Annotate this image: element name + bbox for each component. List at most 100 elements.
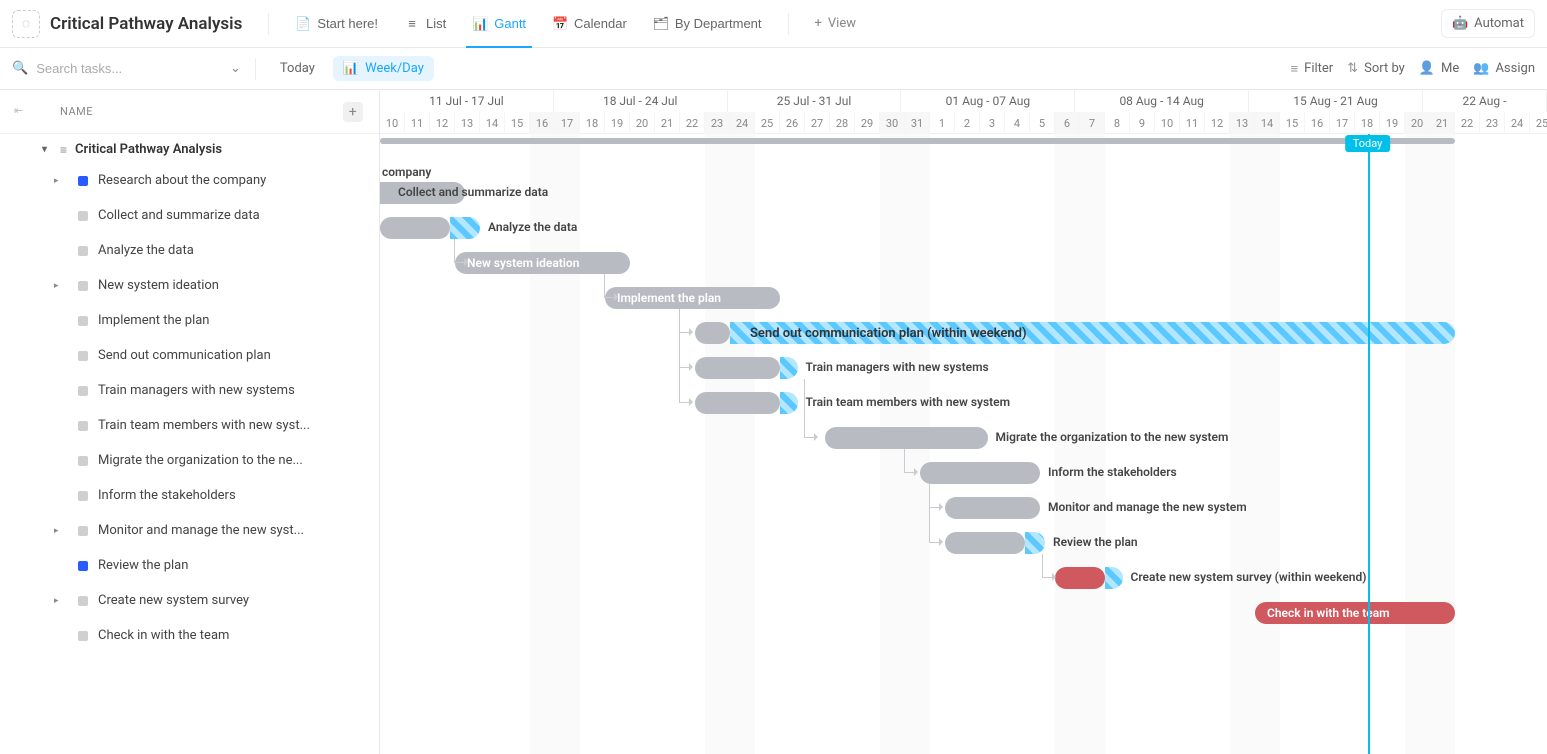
task-row[interactable]: ▸Monitor and manage the new syst... [0,513,379,548]
right-tools: ≡Filter ⇅Sort by 👤Me 👥Assign [1291,61,1535,77]
gantt-bar-overdue[interactable] [1025,532,1045,554]
task-row[interactable]: ▸Check in with the team [0,618,379,653]
task-row[interactable]: ▸Collect and summarize data [0,198,379,233]
weekend-shade [1255,134,1280,754]
day-header-cell: 15 [505,112,530,134]
task-row[interactable]: ▸Migrate the organization to the ne... [0,443,379,478]
gantt-bar[interactable] [695,357,780,379]
status-dot [78,421,88,431]
me-button[interactable]: 👤Me [1419,61,1459,76]
gantt-bar[interactable] [695,322,730,344]
project-summary-bar[interactable] [380,138,1455,144]
gantt-bar-overdue[interactable] [780,392,798,414]
weekend-shade [730,134,755,754]
gantt-bar[interactable]: Implement the plan [605,287,780,309]
collapse-sidebar-button[interactable]: ⇤ [14,104,24,117]
task-row[interactable]: ▸Research about the company [0,163,379,198]
day-header-cell: 13 [455,112,480,134]
note-icon: 📄 [295,16,311,32]
gantt-bar[interactable]: New system ideation [455,252,630,274]
task-row[interactable]: ▸Train managers with new systems [0,373,379,408]
zoom-level-chip[interactable]: 📊 Week/Day [333,56,434,81]
day-header-cell: 25 [755,112,780,134]
main-area: ⇤ NAME + ▾ ≡ Critical Pathway Analysis ▸… [0,90,1547,754]
gantt-bar[interactable] [945,497,1040,519]
view-tab-gantt[interactable]: 📊Gantt [460,8,538,40]
today-line [1368,134,1370,754]
day-header-cell: 16 [1305,112,1330,134]
divider [255,58,256,80]
search-dropdown-button[interactable]: ⌄ [230,61,241,76]
task-row[interactable]: ▸Review the plan [0,548,379,583]
task-label: Train managers with new systems [98,383,295,398]
task-row[interactable]: ▸Train team members with new syst... [0,408,379,443]
day-header-cell: 19 [605,112,630,134]
day-header-cell: 1 [930,112,955,134]
task-row[interactable]: ▸Inform the stakeholders [0,478,379,513]
status-dot [78,176,88,186]
gantt-zoom-icon: 📊 [343,61,359,76]
gantt-bar[interactable] [1055,567,1105,589]
dept-icon: 🗂 [653,16,669,32]
task-row[interactable]: ▸Create new system survey [0,583,379,618]
gantt-bar-label: Implement the plan [617,291,721,305]
view-tab-label: List [426,16,446,31]
add-view-button[interactable]: + View [803,8,869,39]
sort-icon: ⇅ [1347,61,1358,76]
status-dot [78,211,88,221]
task-label: Collect and summarize data [98,208,260,223]
gantt-bar[interactable] [945,532,1025,554]
status-dot [78,526,88,536]
day-header-cell: 19 [1380,112,1405,134]
day-header-cell: 14 [1255,112,1280,134]
view-tab-list[interactable]: ≡List [392,8,458,40]
task-label: Research about the company [98,173,266,188]
gantt-body[interactable]: company Collect and summarize dataAnalyz… [380,134,1547,754]
search-input[interactable] [36,61,186,76]
filter-label: Filter [1304,61,1333,76]
task-label: Create new system survey [98,593,249,608]
group-title: Critical Pathway Analysis [75,142,222,157]
task-row[interactable]: ▸Analyze the data [0,233,379,268]
assignees-button[interactable]: 👥Assign [1473,61,1535,76]
sort-button[interactable]: ⇅Sort by [1347,61,1405,76]
gantt-bar-overdue[interactable]: Send out communication plan (within week… [730,322,1455,344]
search-box[interactable]: 🔍 [12,61,222,76]
gantt-chart[interactable]: 11 Jul - 17 Jul18 Jul - 24 Jul25 Jul - 3… [380,90,1547,754]
filter-button[interactable]: ≡Filter [1291,61,1334,77]
gantt-bar[interactable] [380,217,450,239]
gantt-bar[interactable] [695,392,780,414]
status-dot [78,631,88,641]
task-row[interactable]: ▸Implement the plan [0,303,379,338]
gantt-bar[interactable] [920,462,1040,484]
task-row[interactable]: ▸New system ideation [0,268,379,303]
view-tab-start-here-[interactable]: 📄Start here! [283,8,390,40]
gantt-bar-label: Send out communication plan (within week… [750,326,1027,341]
gantt-bar-overdue[interactable] [1105,567,1123,589]
gantt-bar-overdue[interactable] [780,357,798,379]
task-label: Review the plan [98,558,188,573]
caret-right-icon: ▸ [54,281,59,291]
search-icon: 🔍 [12,61,28,76]
weekend-shade [1080,134,1105,754]
dependency-arrow [929,484,941,543]
list-icon: ≡ [60,143,67,157]
gantt-bar-label: Analyze the data [488,220,577,234]
gantt-bar-overdue[interactable] [450,217,480,239]
day-header-cell: 22 [1455,112,1480,134]
task-label: Migrate the organization to the ne... [98,453,303,468]
add-column-button[interactable]: + [343,102,363,122]
view-tab-calendar[interactable]: 📅Calendar [540,8,639,40]
day-header-cell: 8 [1105,112,1130,134]
task-group-header[interactable]: ▾ ≡ Critical Pathway Analysis [0,136,379,163]
view-tab-by-department[interactable]: 🗂By Department [641,8,774,40]
dependency-arrow [1042,554,1054,578]
today-button[interactable]: Today [270,57,325,80]
gantt-bar-label: New system ideation [467,256,579,270]
day-header-cell: 21 [1430,112,1455,134]
task-row[interactable]: ▸Send out communication plan [0,338,379,373]
gantt-bar[interactable]: Check in with the team [1255,602,1455,624]
day-header-cell: 12 [1205,112,1230,134]
automate-button[interactable]: 🤖 Automat [1441,9,1535,38]
gantt-bar[interactable] [825,427,988,449]
